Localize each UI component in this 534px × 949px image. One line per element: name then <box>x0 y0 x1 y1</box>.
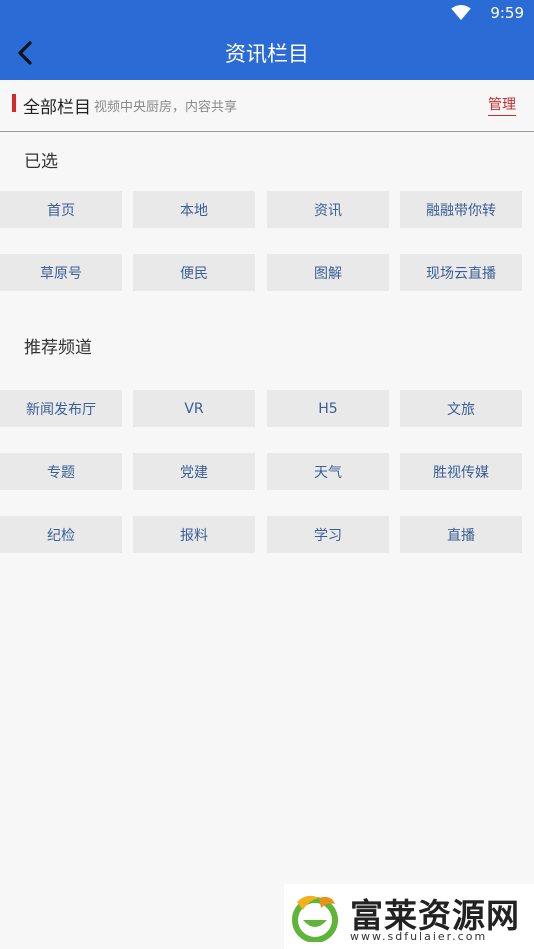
watermark: 富莱资源网 www.sdfulaier.com <box>284 884 534 949</box>
section-header: 全部栏目 视频中央厨房，内容共享 管理 <box>0 80 534 132</box>
manage-button[interactable]: 管理 <box>488 94 516 116</box>
selected-chip[interactable]: 本地 <box>133 191 255 228</box>
selected-chip[interactable]: 资讯 <box>267 191 389 228</box>
selected-chip[interactable]: 融融带你转 <box>400 191 522 228</box>
recommended-chip[interactable]: 报料 <box>133 516 255 553</box>
recommended-chip[interactable]: H5 <box>267 390 389 427</box>
recommended-chip[interactable]: 胜视传媒 <box>400 453 522 490</box>
recommended-chip[interactable]: 天气 <box>267 453 389 490</box>
recommended-chip[interactable]: 文旅 <box>400 390 522 427</box>
recommended-chip[interactable]: 新闻发布厅 <box>0 390 122 427</box>
selected-chip[interactable]: 首页 <box>0 191 122 228</box>
app-header: 9:59 资讯栏目 <box>0 0 534 80</box>
watermark-logo-icon <box>292 895 338 942</box>
section-title: 全部栏目 <box>23 98 91 118</box>
selected-title: 已选 <box>24 152 58 172</box>
page-title: 资讯栏目 <box>225 42 309 66</box>
recommended-chip[interactable]: 党建 <box>133 453 255 490</box>
selected-chip[interactable]: 图解 <box>267 254 389 291</box>
recommended-chip[interactable]: VR <box>133 390 255 427</box>
section-subtitle: 视频中央厨房，内容共享 <box>94 100 238 115</box>
section-marker <box>12 94 16 112</box>
selected-chip[interactable]: 草原号 <box>0 254 122 291</box>
recommended-chip[interactable]: 直播 <box>400 516 522 553</box>
status-time: 9:59 <box>490 4 524 22</box>
wifi-icon <box>451 5 471 21</box>
recommended-chip[interactable]: 专题 <box>0 453 122 490</box>
recommended-chip[interactable]: 学习 <box>267 516 389 553</box>
watermark-url: www.sdfulaier.com <box>350 930 488 943</box>
recommended-chip[interactable]: 纪检 <box>0 516 122 553</box>
selected-chip[interactable]: 便民 <box>133 254 255 291</box>
recommended-title: 推荐频道 <box>24 338 92 358</box>
selected-chip[interactable]: 现场云直播 <box>400 254 522 291</box>
